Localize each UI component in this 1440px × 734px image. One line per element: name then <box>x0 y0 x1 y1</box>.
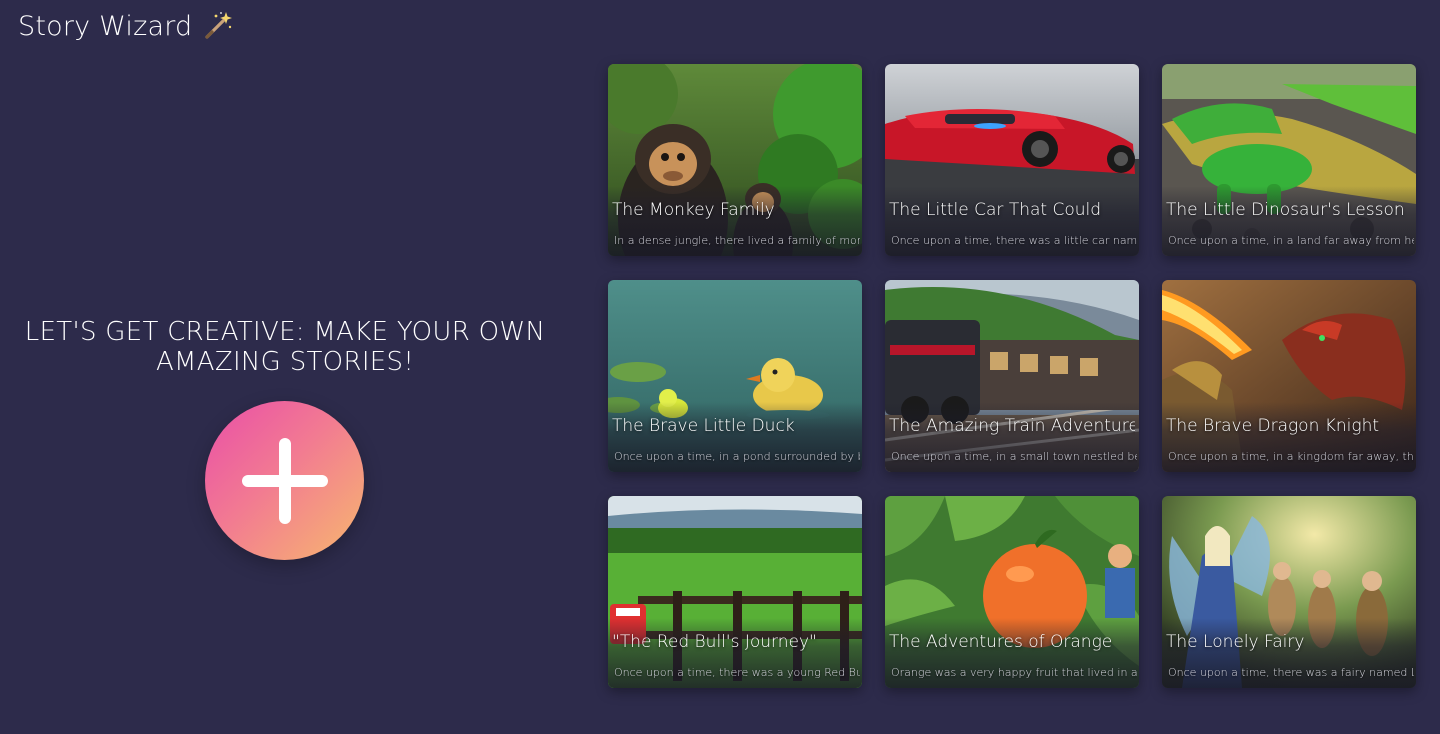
app-title[interactable]: Story Wizard <box>18 11 192 42</box>
story-card[interactable]: The Brave Little Duck Once upon a time, … <box>608 280 862 472</box>
story-title: The Little Car That Could <box>889 200 1102 220</box>
story-card[interactable]: The Amazing Train Adventure Once upon a … <box>885 280 1139 472</box>
story-card[interactable]: The Adventures of Orange Orange was a ve… <box>885 496 1139 688</box>
story-snippet: Once upon a time, in a kingdom far away,… <box>1168 450 1414 463</box>
hero-heading-line1: LET'S GET CREATIVE: MAKE YOUR OWN <box>24 317 546 347</box>
story-title: "The Red Bull's Journey" <box>612 632 817 652</box>
story-snippet: Once upon a time, in a land far away fro… <box>1168 234 1414 247</box>
create-story-button[interactable] <box>205 401 364 560</box>
story-card[interactable]: The Monkey Family In a dense jungle, the… <box>608 64 862 256</box>
story-grid: The Monkey Family In a dense jungle, the… <box>608 64 1416 688</box>
hero-heading: LET'S GET CREATIVE: MAKE YOUR OWN AMAZIN… <box>0 317 570 377</box>
story-card[interactable]: The Little Dinosaur's Lesson Once upon a… <box>1162 64 1416 256</box>
story-snippet: Orange was a very happy fruit that lived… <box>891 666 1137 679</box>
plus-icon <box>241 437 328 524</box>
story-title: The Little Dinosaur's Lesson <box>1166 200 1405 220</box>
story-title: The Adventures of Orange <box>889 632 1113 652</box>
story-title: The Amazing Train Adventure <box>889 416 1135 436</box>
hero-heading-line2: AMAZING STORIES! <box>155 347 415 377</box>
story-title: The Monkey Family <box>612 200 775 220</box>
story-card[interactable]: "The Red Bull's Journey" Once upon a tim… <box>608 496 862 688</box>
story-snippet: Once upon a time, in a pond surrounded b… <box>614 450 860 463</box>
story-title: The Lonely Fairy <box>1166 632 1305 652</box>
story-snippet: Once upon a time, there was a fairy name… <box>1168 666 1414 679</box>
story-title: The Brave Little Duck <box>612 416 795 436</box>
story-title: The Brave Dragon Knight <box>1166 416 1380 436</box>
story-snippet: Once upon a time, there was a little car… <box>891 234 1137 247</box>
story-snippet: In a dense jungle, there lived a family … <box>614 234 860 247</box>
create-panel: LET'S GET CREATIVE: MAKE YOUR OWN AMAZIN… <box>0 60 570 734</box>
story-snippet: Once upon a time, in a small town nestle… <box>891 450 1137 463</box>
app-header: Story Wizard <box>18 8 234 44</box>
story-card[interactable]: The Brave Dragon Knight Once upon a time… <box>1162 280 1416 472</box>
magic-wand-icon <box>202 10 234 42</box>
story-card[interactable]: The Lonely Fairy Once upon a time, there… <box>1162 496 1416 688</box>
story-card[interactable]: The Little Car That Could Once upon a ti… <box>885 64 1139 256</box>
story-snippet: Once upon a time, there was a young Red … <box>614 666 860 679</box>
